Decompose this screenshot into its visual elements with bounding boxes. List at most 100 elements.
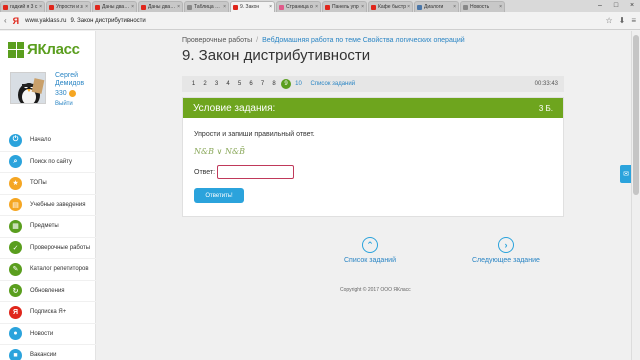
answer-input[interactable] <box>217 165 294 179</box>
sidebar-item[interactable]: ■ Вакансии <box>0 345 96 360</box>
sidebar-item[interactable]: ▤ Учебные заведения <box>0 195 96 216</box>
task-formula: N&B ∨ N&B̄ <box>194 147 245 156</box>
sidebar-item[interactable]: ✎ Каталог репетиторов <box>0 259 96 281</box>
power-icon: ⏻ <box>9 133 22 147</box>
tab-favicon-icon <box>371 4 376 10</box>
tab-favicon-icon <box>463 4 468 10</box>
tab-title: Даны два пр <box>148 4 177 10</box>
tab-close-icon[interactable]: × <box>361 4 364 10</box>
sidebar-item[interactable]: Я Подписка Я+ <box>0 302 96 324</box>
user-name[interactable]: Сергей Демидов <box>55 72 84 88</box>
pager-page[interactable]: 3 <box>211 81 222 87</box>
avatar[interactable] <box>10 72 46 104</box>
sidebar-item[interactable]: ★ ТОПы <box>0 173 96 195</box>
tab-title: Упрости и з <box>56 4 83 10</box>
sidebar-item[interactable]: ▦ Предметы <box>0 216 96 238</box>
tab-close-icon[interactable]: × <box>223 4 226 10</box>
pager-page[interactable]: 5 <box>234 81 245 87</box>
browser-tab[interactable]: Диалоги × <box>414 1 459 12</box>
yaklass-logo[interactable]: ЯКласс <box>8 41 80 58</box>
sidebar-item[interactable]: ✓ Проверочные работы <box>0 238 96 259</box>
tab-close-icon[interactable]: × <box>315 4 318 10</box>
tab-close-icon[interactable]: × <box>453 4 456 10</box>
breadcrumb-separator: / <box>256 37 259 44</box>
browser-tab[interactable]: Упрости и з × <box>46 1 91 12</box>
task-instruction: Упрости и запиши правильный ответ. <box>194 131 315 138</box>
user-points[interactable]: 330 <box>55 90 76 97</box>
tab-close-icon[interactable]: × <box>39 4 42 10</box>
tab-title: Диалоги <box>424 4 444 10</box>
url-domain[interactable]: www.yaklass.ru <box>25 18 66 24</box>
browser-tab-bar: гадкий я 3 с × Упрости и з × Даны два пр × Дан… <box>0 0 640 12</box>
breadcrumb-root[interactable]: Проверочные работы <box>182 37 252 44</box>
tab-favicon-icon <box>417 4 422 10</box>
tab-close-icon[interactable]: × <box>499 4 502 10</box>
submit-answer-button[interactable]: Ответить! <box>194 188 244 203</box>
task-points: 3 Б. <box>538 103 553 113</box>
task-header: Условие задания: 3 Б. <box>183 98 563 118</box>
browser-tab[interactable]: Даны два пр × <box>138 1 183 12</box>
sidebar-item-label: Новости <box>30 330 54 337</box>
tab-title: Кафе быстр <box>378 4 407 10</box>
tab-close-icon[interactable]: × <box>177 4 180 10</box>
task-list-link[interactable]: Список заданий <box>311 81 356 87</box>
pager-page[interactable]: 7 <box>257 81 268 87</box>
pager-current-page[interactable]: 9 <box>281 79 291 89</box>
next-task-nav-label: Следующее задание <box>472 257 540 264</box>
minimize-icon[interactable]: – <box>592 0 608 12</box>
star-bookmark-icon[interactable]: ☆ <box>605 16 612 25</box>
tab-favicon-icon <box>141 4 146 10</box>
sidebar-item[interactable]: ● Новости <box>0 324 96 345</box>
tab-close-icon[interactable]: × <box>407 4 410 10</box>
browser-tab[interactable]: Страница о × <box>276 1 321 12</box>
browser-tab[interactable]: гадкий я 3 с × <box>0 1 45 12</box>
scrollbar-thumb[interactable] <box>633 35 639 195</box>
browser-tab[interactable]: Новость × <box>460 1 505 12</box>
tab-close-icon[interactable]: × <box>131 4 134 10</box>
star-icon: ★ <box>9 176 22 190</box>
browser-tab[interactable]: Таблица ист × <box>184 1 229 12</box>
browser-tab[interactable]: Кафе быстр × <box>368 1 413 12</box>
logo-grid-icon <box>8 41 24 58</box>
sidebar-item-label: Обновления <box>30 287 65 294</box>
sidebar: ЯКласс Сергей Демидов 330 Выйти ⏻ Начало ⌕… <box>0 31 96 360</box>
tab-close-icon[interactable]: × <box>85 4 88 10</box>
next-task-nav[interactable]: › Следующее задание <box>472 237 540 264</box>
pager-page[interactable]: 10 <box>293 81 304 87</box>
sidebar-item-label: ТОПы <box>30 180 47 187</box>
pager-page[interactable]: 4 <box>223 81 234 87</box>
pager-page[interactable]: 6 <box>246 81 257 87</box>
page-scrollbar[interactable] <box>631 31 640 360</box>
sidebar-item[interactable]: ↻ Обновления <box>0 281 96 302</box>
browser-tab[interactable]: 9. Закон × <box>230 1 275 12</box>
sidebar-item[interactable]: ⏻ Начало <box>0 130 96 152</box>
task-list-nav[interactable]: ⌃ Список заданий <box>344 237 396 264</box>
pager-page[interactable]: 8 <box>269 81 280 87</box>
yandex-browser-icon[interactable]: Я <box>13 16 19 26</box>
pager-page[interactable]: 2 <box>200 81 211 87</box>
breadcrumb-current[interactable]: ВебДомашняя работа по теме Свойства логи… <box>262 37 465 44</box>
pager-page[interactable]: 1 <box>188 81 199 87</box>
coin-icon <box>68 90 76 97</box>
browser-tab[interactable]: Панель упр × <box>322 1 367 12</box>
browser-tab[interactable]: Даны два пр × <box>92 1 137 12</box>
download-icon[interactable]: ⬇ <box>619 16 626 25</box>
tutor-icon: ✎ <box>9 262 22 276</box>
address-bar: ‹ Я www.yaklass.ru 9. Закон дистрибутивн… <box>0 12 640 30</box>
tab-title: Даны два пр <box>102 4 131 10</box>
close-icon[interactable]: × <box>624 0 640 12</box>
task-header-title: Условие задания: <box>193 102 276 114</box>
url-page-title[interactable]: 9. Закон дистрибутивности <box>70 18 145 24</box>
tab-title: Таблица ист <box>194 4 223 10</box>
sidebar-item[interactable]: ⌕ Поиск по сайту <box>0 152 96 173</box>
back-icon[interactable]: ‹ <box>4 16 7 25</box>
chevron-up-icon: ⌃ <box>362 237 378 253</box>
logout-link[interactable]: Выйти <box>55 101 73 107</box>
maximize-icon[interactable]: □ <box>608 0 624 12</box>
window-controls: – □ × <box>592 0 640 12</box>
tab-favicon-icon <box>233 4 238 10</box>
tab-favicon-icon <box>95 4 100 10</box>
sidebar-item-label: Предметы <box>30 223 59 230</box>
menu-icon[interactable]: ≡ <box>631 16 636 25</box>
tab-close-icon[interactable]: × <box>269 4 272 10</box>
